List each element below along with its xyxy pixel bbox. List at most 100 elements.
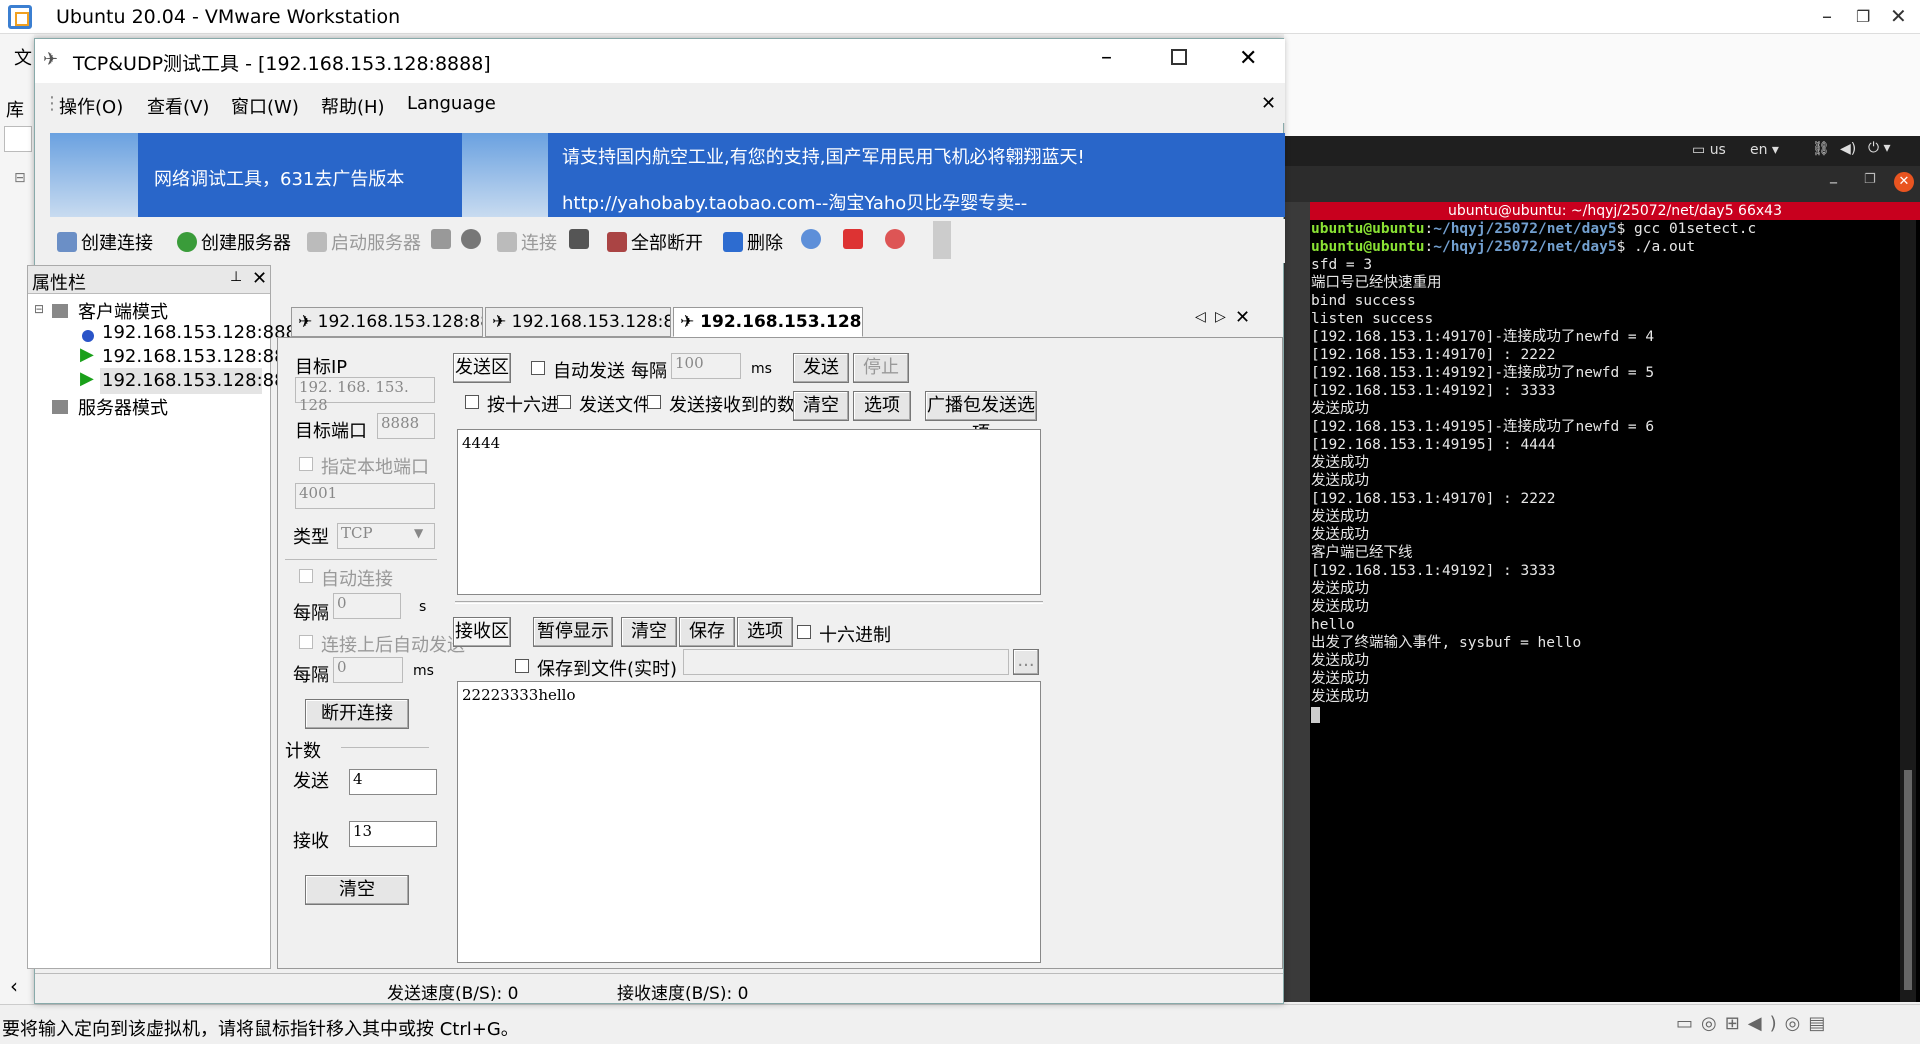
vm-menu-file[interactable]: 文 (14, 44, 32, 70)
disconnect-all-button[interactable]: 全部断开 (607, 229, 703, 255)
tree-expand-icon[interactable]: ⊟ (34, 302, 44, 316)
terminal-line: 出发了终端输入事件, sysbuf = hello (1311, 635, 1582, 651)
send-hex-checkbox[interactable] (465, 395, 479, 409)
send-received-checkbox[interactable] (647, 395, 661, 409)
volume-icon[interactable]: ◀) (1840, 141, 1856, 157)
terminal-scrollbar[interactable] (1900, 220, 1916, 1002)
start-server-button[interactable]: 启动服务器 (307, 229, 421, 255)
send-area-button[interactable]: 发送区 (453, 353, 511, 383)
recv-area-button[interactable]: 接收区 (453, 617, 511, 647)
send-speed: 发送速度(B/S): 0 (387, 984, 519, 1004)
send-clear-button[interactable]: 清空 (793, 391, 849, 421)
banner-line-2[interactable]: http://yahobaby.taobao.com--淘宝Yaho贝比孕婴专卖… (562, 189, 1027, 215)
send-button[interactable]: 发送 (793, 353, 849, 383)
tree-collapse-icon[interactable]: ⊟ (14, 170, 26, 186)
connect-button[interactable]: 连接 (497, 229, 557, 255)
pause-display-button[interactable]: 暂停显示 (533, 617, 613, 647)
minimize-icon[interactable]: – (1822, 4, 1832, 28)
auto-connect-checkbox[interactable] (299, 569, 313, 583)
type-select[interactable]: TCP ▼ (337, 523, 435, 549)
create-connection-button[interactable]: 创建连接 (57, 229, 153, 255)
interval-input-2[interactable]: 0 (333, 657, 403, 683)
recv-options-button[interactable]: 选项 (737, 617, 793, 647)
interval-label-2: 每隔 (293, 665, 329, 686)
restore-icon[interactable]: ❐ (1856, 7, 1870, 26)
menu-language[interactable]: Language (407, 93, 496, 114)
target-port-input[interactable]: 8888 (377, 413, 435, 439)
folder-icon (52, 304, 68, 318)
target-ip-input[interactable]: 192. 168. 153. 128 (295, 377, 435, 414)
terminal-line: [192.168.153.1:49170] : 2222 (1311, 347, 1556, 363)
terminal-line: [192.168.153.1:49195]-连接成功了newfd = 6 (1311, 419, 1655, 435)
tab-connection-2[interactable]: ✈ 192.168.153.128:8888 (485, 307, 671, 337)
stop-button[interactable]: 停止 (853, 353, 909, 383)
power-icon[interactable]: ⏻ ▾ (1868, 140, 1891, 156)
send-file-checkbox[interactable] (557, 395, 571, 409)
panel-close-icon[interactable]: ✕ (252, 268, 267, 289)
pin-icon[interactable]: ⊥ (230, 269, 242, 285)
splitter[interactable] (455, 601, 1043, 604)
terminal-close-icon[interactable]: ✕ (1894, 172, 1914, 192)
tab-connection-1[interactable]: ✈ 192.168.153.128:8888 (291, 307, 483, 337)
create-server-button[interactable]: 创建服务器 (177, 229, 291, 255)
help-button[interactable] (885, 229, 905, 249)
library-search-icon[interactable] (4, 126, 32, 152)
tab-close-icon[interactable]: ✕ (1235, 307, 1250, 328)
vmware-title: Ubuntu 20.04 - VMware Workstation (56, 6, 401, 28)
local-port-input[interactable]: 4001 (295, 483, 435, 509)
tab-icon: ✈ (492, 312, 512, 332)
menu-window[interactable]: 窗口(W) (231, 93, 299, 119)
close-icon[interactable]: ✕ (1239, 46, 1257, 71)
recv-hex-checkbox[interactable] (797, 625, 811, 639)
recv-textarea[interactable]: 22223333hello (457, 681, 1041, 963)
clear-count-button[interactable]: 清空 (305, 875, 409, 905)
recv-save-button[interactable]: 保存 (679, 617, 735, 647)
tab-next-icon[interactable]: ▷ (1215, 309, 1226, 325)
power-button[interactable] (843, 229, 863, 249)
terminal-restore-icon[interactable]: ❐ (1864, 172, 1876, 187)
menu-view[interactable]: 查看(V) (147, 93, 209, 119)
app-titlebar: ✈ TCP&UDP测试工具 - [192.168.153.128:8888] –… (35, 39, 1285, 83)
stop-server-button[interactable] (431, 229, 451, 249)
send-interval-input[interactable]: 100 (671, 353, 741, 379)
network-icon[interactable]: ⛓ (1812, 141, 1830, 157)
disconnect-button[interactable]: 断开连接 (305, 699, 409, 729)
cancel-button[interactable] (461, 229, 481, 249)
menu-help[interactable]: 帮助(H) (321, 93, 385, 119)
scroll-left-icon[interactable]: ‹ (10, 974, 18, 998)
language-menu[interactable]: en ▾ (1750, 142, 1779, 158)
tab-prev-icon[interactable]: ◁ (1195, 309, 1206, 325)
mdi-close-icon[interactable]: ✕ (1261, 93, 1276, 114)
save-file-path-input[interactable] (683, 649, 1009, 675)
auto-send-checkbox[interactable] (531, 361, 545, 375)
menu-operate[interactable]: 操作(O) (59, 93, 123, 119)
disconnect-button[interactable] (569, 229, 589, 249)
ad-banner[interactable]: 网络调试工具，631去广告版本 请支持国内航空工业,有您的支持,国产军用民用飞机… (50, 133, 1285, 217)
connect-label: 连接 (521, 233, 557, 254)
server-mode-node[interactable]: 服务器模式 (78, 394, 168, 420)
scrollbar-thumb[interactable] (1904, 770, 1912, 990)
recv-clear-button[interactable]: 清空 (621, 617, 677, 647)
auto-send-on-connect-checkbox[interactable] (299, 635, 313, 649)
client-mode-node[interactable]: 客户端模式 (78, 298, 168, 324)
minimize-icon[interactable]: – (1101, 45, 1112, 70)
toolbar-overflow[interactable] (933, 221, 951, 259)
tab-connection-3[interactable]: ✈ 192.168.153.128:8888 (673, 307, 863, 337)
interval-input-1[interactable]: 0 (333, 593, 401, 619)
send-textarea[interactable]: 4444 (457, 429, 1041, 595)
send-options-button[interactable]: 选项 (853, 391, 911, 421)
terminal-line: bind success (1311, 293, 1416, 309)
terminal-minimize-icon[interactable]: – (1829, 172, 1838, 193)
gear-button[interactable] (801, 229, 821, 249)
local-port-checkbox[interactable] (299, 457, 313, 471)
save-to-file-checkbox[interactable] (515, 659, 529, 673)
keyboard-icon[interactable]: ▭ us (1692, 142, 1726, 158)
device-icons[interactable]: ▭◎⊞◀)◎▤ (1676, 1013, 1833, 1034)
terminal-output[interactable]: ubuntu@ubuntu:~/hqyj/25072/net/day5$ gcc… (1310, 220, 1914, 1002)
browse-button[interactable]: ... (1013, 649, 1039, 675)
ubuntu-top-bar: ▭ us en ▾ ⛓ ◀) ⏻ ▾ (1284, 136, 1920, 166)
maximize-icon[interactable] (1171, 49, 1187, 65)
delete-button[interactable]: 删除 (723, 229, 783, 255)
broadcast-options-button[interactable]: 广播包发送选项 (925, 391, 1037, 444)
close-icon[interactable]: ✕ (1890, 4, 1907, 28)
